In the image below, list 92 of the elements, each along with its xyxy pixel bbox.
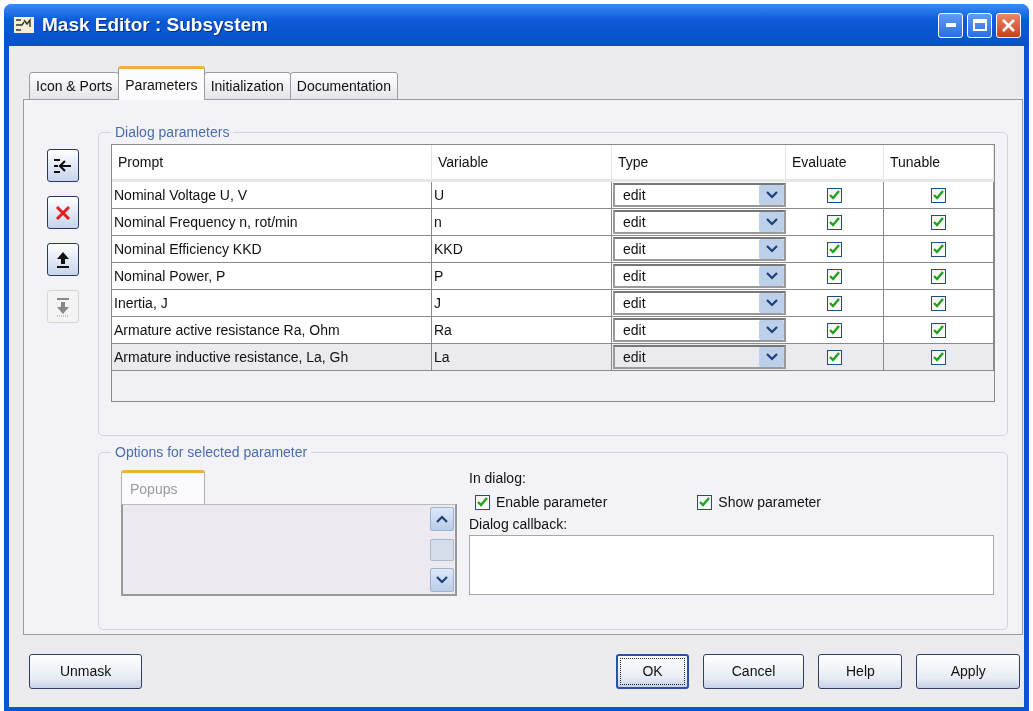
table-row[interactable]: Armature active resistance Ra, Ohm Ra edit bbox=[112, 317, 994, 344]
type-dropdown[interactable]: edit bbox=[613, 210, 786, 234]
chevron-down-icon bbox=[765, 299, 778, 307]
table-row[interactable]: Nominal Frequency n, rot/min n edit bbox=[112, 209, 994, 236]
table-cell: Armature active resistance Ra, Ohm bbox=[112, 317, 432, 343]
checkbox[interactable] bbox=[931, 295, 946, 311]
column-header: Type bbox=[612, 145, 786, 179]
table-cell: Armature inductive resistance, La, Gh bbox=[112, 344, 432, 370]
dialog-button[interactable]: Apply bbox=[916, 653, 1020, 689]
tab[interactable]: Icon & Ports bbox=[29, 72, 120, 100]
arrow-down-icon bbox=[56, 296, 70, 317]
type-dropdown[interactable]: edit bbox=[613, 318, 786, 342]
checkbox-label: Show parameter bbox=[718, 494, 821, 510]
table-cell: U bbox=[432, 182, 612, 208]
table-cell: Inertia, J bbox=[112, 290, 432, 316]
scroll-thumb[interactable] bbox=[430, 538, 454, 561]
toolbar-button[interactable] bbox=[47, 243, 79, 276]
chevron-down-icon bbox=[765, 272, 778, 280]
table-cell: Nominal Efficiency KKD bbox=[112, 236, 432, 262]
checkbox[interactable] bbox=[475, 494, 490, 510]
table-cell: Nominal Voltage U, V bbox=[112, 182, 432, 208]
checkbox[interactable] bbox=[827, 295, 842, 311]
scroll-up-button[interactable] bbox=[430, 507, 454, 531]
table-row[interactable]: Nominal Voltage U, V U edit bbox=[112, 182, 994, 209]
table-cell: La bbox=[432, 344, 612, 370]
checkbox[interactable] bbox=[827, 268, 842, 284]
chevron-down-icon bbox=[436, 576, 448, 584]
maximize-button[interactable] bbox=[967, 12, 992, 38]
checkbox[interactable] bbox=[931, 268, 946, 284]
insert-arrow-icon bbox=[53, 157, 73, 174]
checkbox[interactable] bbox=[827, 214, 842, 230]
checkbox[interactable] bbox=[697, 494, 713, 510]
tab[interactable]: Parameters bbox=[118, 66, 205, 100]
table-row[interactable]: Nominal Power, P P edit bbox=[112, 263, 994, 290]
type-dropdown[interactable]: edit bbox=[613, 345, 786, 369]
group-title: Dialog parameters bbox=[114, 124, 231, 140]
field-label: Dialog callback: bbox=[469, 516, 569, 532]
table-row[interactable]: Inertia, J J edit bbox=[112, 290, 994, 317]
checkbox-label: Enable parameter bbox=[496, 494, 608, 510]
checkbox[interactable] bbox=[931, 214, 946, 230]
type-dropdown[interactable]: edit bbox=[613, 291, 786, 315]
table-cell: Ra bbox=[432, 317, 612, 343]
table-cell: Nominal Power, P bbox=[112, 263, 432, 289]
dialog-button[interactable]: Cancel bbox=[702, 653, 805, 689]
toolbar-button[interactable] bbox=[47, 196, 79, 229]
close-button[interactable] bbox=[996, 12, 1021, 38]
chevron-down-icon bbox=[765, 218, 778, 226]
dialog-button[interactable]: OK bbox=[616, 653, 689, 689]
minimize-button[interactable] bbox=[938, 12, 963, 38]
type-dropdown[interactable]: edit bbox=[613, 237, 786, 261]
minimize-icon bbox=[945, 23, 956, 27]
table-cell: n bbox=[432, 209, 612, 235]
type-dropdown[interactable]: edit bbox=[613, 183, 786, 207]
table-cell: KKD bbox=[432, 236, 612, 262]
type-dropdown[interactable]: edit bbox=[613, 264, 786, 288]
arrow-up-icon bbox=[56, 250, 70, 269]
chevron-down-icon bbox=[765, 245, 778, 253]
window-title: Mask Editor : Subsystem bbox=[42, 14, 269, 36]
chevron-down-icon bbox=[765, 326, 778, 334]
column-header: Tunable bbox=[884, 145, 994, 179]
checkbox[interactable] bbox=[827, 349, 842, 365]
toolbar-button[interactable] bbox=[47, 149, 79, 182]
checkbox[interactable] bbox=[827, 241, 842, 257]
dialog-button[interactable]: Help bbox=[818, 653, 903, 689]
column-header: Prompt bbox=[112, 145, 432, 179]
group-title: Options for selected parameter bbox=[114, 444, 309, 460]
chevron-up-icon bbox=[436, 515, 448, 523]
scroll-down-button[interactable] bbox=[430, 568, 454, 592]
close-icon bbox=[1002, 18, 1015, 32]
column-header: Evaluate bbox=[786, 145, 884, 179]
checkbox[interactable] bbox=[931, 187, 946, 203]
table-cell: Nominal Frequency n, rot/min bbox=[112, 209, 432, 235]
table-cell: J bbox=[432, 290, 612, 316]
checkbox[interactable] bbox=[931, 349, 946, 365]
checkbox[interactable] bbox=[827, 322, 842, 338]
tab[interactable]: Documentation bbox=[289, 72, 398, 100]
app-icon bbox=[14, 17, 34, 33]
chevron-down-icon bbox=[765, 191, 778, 199]
checkbox[interactable] bbox=[827, 187, 842, 203]
chevron-down-icon bbox=[765, 353, 778, 361]
tab[interactable]: Initialization bbox=[203, 72, 291, 100]
callback-field[interactable] bbox=[469, 535, 994, 595]
checkbox[interactable] bbox=[931, 322, 946, 338]
column-header: Variable bbox=[432, 145, 612, 179]
table-cell: P bbox=[432, 263, 612, 289]
section-label: In dialog: bbox=[469, 470, 527, 486]
delete-icon bbox=[55, 204, 71, 221]
table-row[interactable]: Armature inductive resistance, La, Gh La edit bbox=[112, 344, 994, 371]
checkbox[interactable] bbox=[931, 241, 946, 257]
maximize-icon bbox=[972, 19, 987, 31]
table-row[interactable]: Nominal Efficiency KKD KKD edit bbox=[112, 236, 994, 263]
dialog-button[interactable]: Unmask bbox=[29, 653, 143, 689]
